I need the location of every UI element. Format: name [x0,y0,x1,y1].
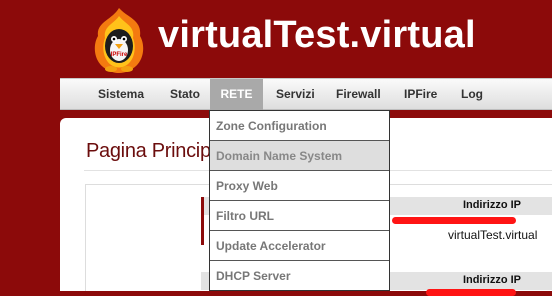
menu-item-proxy-web[interactable]: Proxy Web [210,171,389,201]
svg-text:IPFire: IPFire [111,52,128,58]
menu-item-domain-name-system[interactable]: Domain Name System [210,141,389,171]
main-nav: Sistema Stato RETE Servizi Firewall IPFi… [60,78,552,110]
nav-log[interactable]: Log [461,79,483,110]
redacted-ip-2 [426,289,516,296]
nav-stato[interactable]: Stato [170,79,200,110]
menu-item-dhcp-server[interactable]: DHCP Server [210,261,389,291]
nav-sistema[interactable]: Sistema [98,79,144,110]
ipfire-logo: IPFire [94,8,144,73]
nav-servizi[interactable]: Servizi [276,79,315,110]
nav-firewall[interactable]: Firewall [336,79,381,110]
table-header-ip-label: Indirizzo IP [462,199,521,211]
site-title: virtualTest.virtual [158,14,476,56]
rete-dropdown-menu: Zone Configuration Domain Name System Pr… [209,110,390,291]
nav-ipfire[interactable]: IPFire [404,79,437,110]
redacted-ip [392,217,516,224]
menu-item-filtro-url[interactable]: Filtro URL [210,201,389,231]
header: IPFire virtualTest.virtual [0,0,552,78]
menu-item-zone-configuration[interactable]: Zone Configuration [210,111,389,141]
hostname-value: virtualTest.virtual [448,228,538,242]
row-accent [201,197,204,245]
nav-rete[interactable]: RETE [210,79,263,110]
table-header-ip-2-label: Indirizzo IP [462,274,521,286]
menu-item-update-accelerator[interactable]: Update Accelerator [210,231,389,261]
